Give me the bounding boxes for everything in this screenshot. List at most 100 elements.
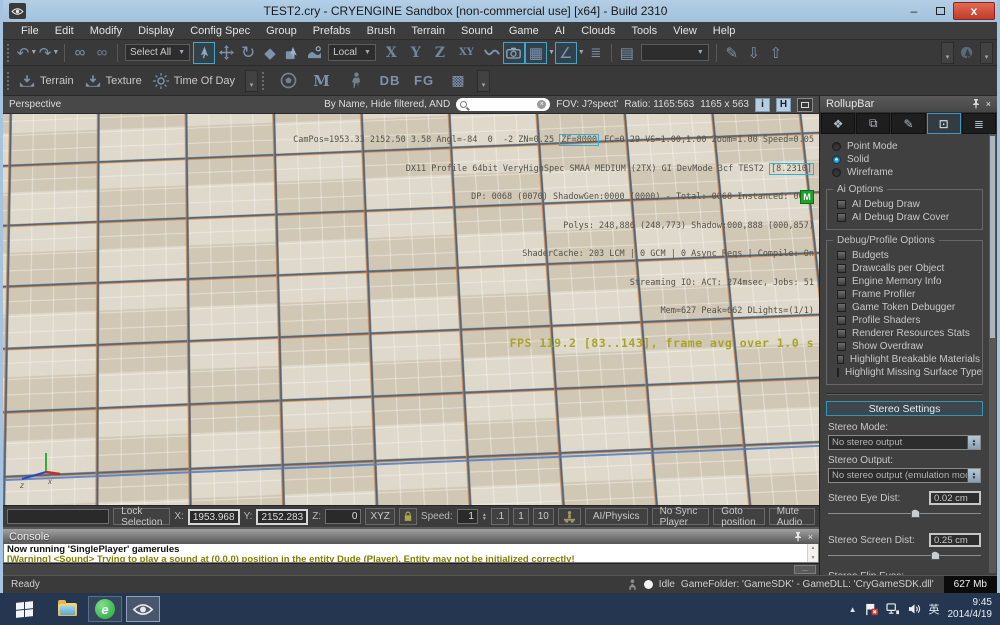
close-button[interactable]: x xyxy=(953,2,995,20)
info-toggle-button[interactable]: i xyxy=(755,97,770,112)
lock-axis-xy-button[interactable]: XY xyxy=(452,47,481,58)
console-header[interactable]: Console × xyxy=(3,529,819,544)
y-coord-input[interactable]: 2152.283 xyxy=(256,508,309,525)
checkbox-drawcalls-per-object[interactable]: Drawcalls per Object xyxy=(829,262,980,275)
checkbox-budgets[interactable]: Budgets xyxy=(829,249,980,262)
volume-icon[interactable] xyxy=(908,603,921,615)
lock-axis-y-button[interactable]: Y xyxy=(404,45,428,61)
console-scrollbar[interactable]: ▲ ▼ xyxy=(807,544,818,562)
checkbox-icon[interactable] xyxy=(837,264,846,273)
toolbar-overflow-button[interactable]: ▾ xyxy=(941,41,954,64)
checkbox-ai-debug-draw-cover[interactable]: AI Debug Draw Cover xyxy=(829,211,980,224)
menu-display[interactable]: Display xyxy=(130,22,182,39)
rollupbar-header[interactable]: RollupBar × xyxy=(820,96,997,112)
reload-script-button[interactable]: ⇩ xyxy=(743,42,765,64)
select-all-combo[interactable]: Select All ▼ xyxy=(125,44,191,61)
render-mode-solid[interactable]: Solid xyxy=(824,153,985,166)
viewport-canvas[interactable]: CamPos=1953.33 2152.50 3.58 Angl=-84 0 -… xyxy=(3,114,819,505)
undo-button[interactable]: ↶ ▼ xyxy=(16,42,38,64)
menu-group[interactable]: Group xyxy=(258,22,305,39)
checkbox-profile-shaders[interactable]: Profile Shaders xyxy=(829,314,980,327)
taskbar-clock[interactable]: 9:45 2014/4/19 xyxy=(948,597,997,621)
align-button[interactable]: ≣ xyxy=(585,42,607,64)
coord-lock-button[interactable] xyxy=(398,508,417,525)
console-log[interactable]: Now running 'SinglePlayer' gamerules [Wa… xyxy=(3,544,819,563)
toolbar-overflow-button[interactable]: ▾ xyxy=(980,41,993,64)
scrollbar-thumb[interactable] xyxy=(990,136,995,338)
menu-brush[interactable]: Brush xyxy=(359,22,404,39)
material-editor-button[interactable]: M xyxy=(311,70,333,92)
tab-terrain[interactable]: ⧉ xyxy=(856,113,891,134)
action-center-flag-icon[interactable] xyxy=(865,603,878,616)
viewport-search-box[interactable]: × xyxy=(456,98,551,111)
menu-ai[interactable]: AI xyxy=(547,22,573,39)
stereo-screen-dist-slider[interactable] xyxy=(828,549,981,561)
start-button[interactable] xyxy=(0,593,48,625)
maximize-button[interactable] xyxy=(927,2,953,20)
database-view-button[interactable]: DB xyxy=(379,70,401,92)
selection-name-input[interactable] xyxy=(7,509,110,524)
helpers-toggle-button[interactable]: H xyxy=(776,97,791,112)
menu-help[interactable]: Help xyxy=(705,22,744,39)
stereo-settings-header-button[interactable]: Stereo Settings xyxy=(826,401,983,416)
select-tool-button[interactable] xyxy=(193,41,216,64)
selection-mask-button[interactable] xyxy=(956,42,978,64)
lock-axis-x-button[interactable]: X xyxy=(379,45,404,61)
follow-terrain-button[interactable] xyxy=(481,42,503,64)
scroll-down-icon[interactable]: ▼ xyxy=(811,555,816,561)
rollupbar-close-icon[interactable]: × xyxy=(986,99,991,109)
ai-physics-button[interactable]: AI/Physics xyxy=(584,508,648,525)
checkbox-engine-memory-info[interactable]: Engine Memory Info xyxy=(829,275,980,288)
link-button[interactable]: ∞ xyxy=(69,42,91,64)
viewport-view-label[interactable]: Perspective xyxy=(9,99,61,110)
menu-sound[interactable]: Sound xyxy=(453,22,501,39)
checkbox-renderer-resources-stats[interactable]: Renderer Resources Stats xyxy=(829,327,980,340)
unlink-button[interactable]: ∞ xyxy=(91,42,113,64)
pin-icon[interactable] xyxy=(794,531,802,542)
menu-prefabs[interactable]: Prefabs xyxy=(305,22,359,39)
checkbox-icon[interactable] xyxy=(837,200,846,209)
menu-game[interactable]: Game xyxy=(501,22,547,39)
texture-button[interactable]: Texture xyxy=(82,70,142,92)
menu-file[interactable]: File xyxy=(13,22,47,39)
export-object-button[interactable]: ⇧ xyxy=(765,42,787,64)
checkbox-game-token-debugger[interactable]: Game Token Debugger xyxy=(829,301,980,314)
game-ball-button[interactable] xyxy=(277,70,299,92)
toolbar-grip[interactable] xyxy=(7,71,12,90)
slider-thumb[interactable] xyxy=(910,509,920,518)
speed-input[interactable]: 1 xyxy=(456,509,478,524)
goto-position-button[interactable]: Goto position xyxy=(713,506,765,528)
stereo-screen-dist-input[interactable]: 0.25 cm xyxy=(929,533,981,547)
time-of-day-button[interactable]: Time Of Day xyxy=(150,70,235,92)
angle-snap-toggle[interactable]: ∠ xyxy=(554,41,577,64)
fov-label[interactable]: FOV: J?spect' xyxy=(556,99,618,110)
checkbox-icon[interactable] xyxy=(837,290,846,299)
menu-terrain[interactable]: Terrain xyxy=(403,22,453,39)
flowgraph-button[interactable]: FG xyxy=(413,70,435,92)
menu-edit[interactable]: Edit xyxy=(47,22,82,39)
checkbox-icon[interactable] xyxy=(837,342,846,351)
grid-snap-caret[interactable]: ▼ xyxy=(548,49,555,56)
scale-tool-button[interactable]: ◆ xyxy=(259,42,281,64)
stereo-eye-dist-input[interactable]: 0.02 cm xyxy=(929,491,981,505)
menu-config-spec[interactable]: Config Spec xyxy=(182,22,258,39)
undo-dropdown-caret[interactable]: ▼ xyxy=(30,49,37,56)
sandbox-taskbar-button[interactable] xyxy=(126,596,160,622)
named-selection-combo[interactable]: ▼ xyxy=(640,44,709,61)
edit-script-button[interactable]: ✎ xyxy=(721,42,743,64)
menu-tools[interactable]: Tools xyxy=(623,22,665,39)
file-explorer-button[interactable] xyxy=(50,596,84,622)
mute-audio-button[interactable]: Mute Audio xyxy=(768,506,815,528)
render-mode-point[interactable]: Point Mode xyxy=(824,140,985,153)
speed-spinner[interactable]: ▲ ▼ xyxy=(482,512,487,521)
console-close-icon[interactable]: × xyxy=(808,532,813,542)
lock-selection-button[interactable]: Lock Selection xyxy=(113,506,171,528)
toolbar-overflow-button[interactable]: ▾ xyxy=(477,69,491,92)
redo-dropdown-caret[interactable]: ▼ xyxy=(52,49,59,56)
stereo-output-dropdown[interactable]: No stereo output (emulation mode ▲ ▼ xyxy=(828,468,981,483)
tray-expand-icon[interactable]: ▲ xyxy=(849,605,857,614)
network-tray-icon[interactable] xyxy=(885,603,900,615)
z-coord-input[interactable]: 0 xyxy=(325,509,362,524)
coord-space-combo[interactable]: Local ▼ xyxy=(328,44,376,61)
viewport-maximize-button[interactable] xyxy=(797,97,813,112)
